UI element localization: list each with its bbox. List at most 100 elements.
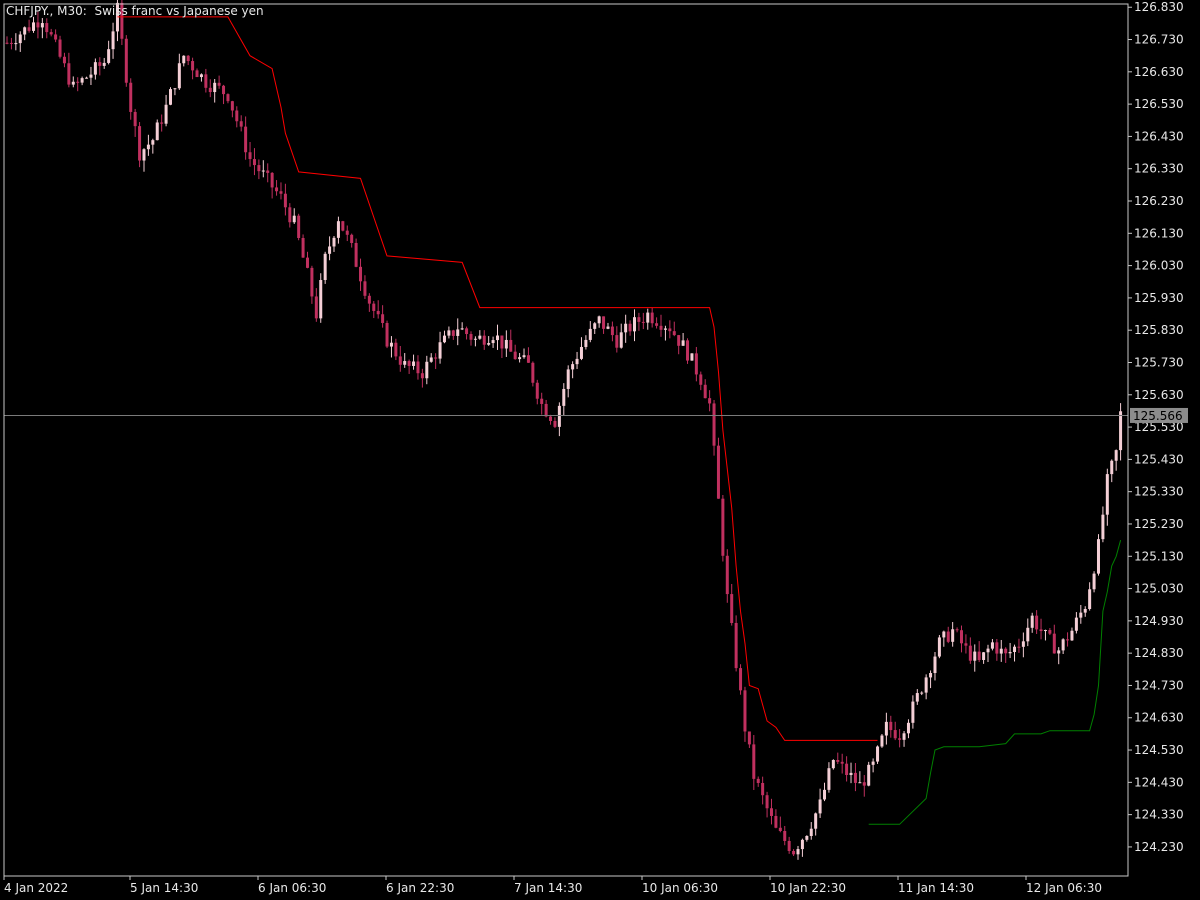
candle-body [341,221,345,231]
candle-body [809,828,813,837]
candle-body [111,31,115,50]
candle-body [407,361,411,366]
candle-body [739,668,743,691]
candle-body [9,42,13,44]
candle-body [889,721,893,731]
candle-body [818,799,822,814]
candle-body [646,312,650,323]
candle-body [787,840,791,851]
candle-body [1110,460,1114,475]
y-tick-label: 125.130 [1134,549,1184,563]
y-tick-label: 124.230 [1134,840,1184,854]
candle-body [535,382,539,399]
y-tick-label: 124.930 [1134,614,1184,628]
y-tick-label: 125.430 [1134,452,1184,466]
candle-body [1083,608,1087,613]
candle-body [1013,646,1017,652]
x-tick-label: 11 Jan 14:30 [898,881,974,895]
candle-body [420,373,424,379]
candle-body [761,782,765,796]
candle-body [54,34,58,40]
candle-body [23,27,27,35]
candle-body [266,170,270,173]
candle-body [169,89,173,105]
candle-body [968,645,972,661]
candle-body [124,38,128,83]
candle-body [292,215,296,223]
candle-body [482,335,486,345]
candle-body [1096,539,1100,574]
candle-body [367,295,371,304]
candle-body [1088,589,1092,609]
candle-body [721,498,725,556]
candle-body [336,221,340,238]
candle-body [933,656,937,674]
candle-body [805,836,809,840]
candle-body [602,316,606,329]
candle-body [98,62,102,66]
candle-body [381,314,385,323]
candle-body [774,815,778,828]
candle-body [898,738,902,740]
candle-body [1048,630,1052,634]
candle-body [1074,617,1078,631]
candle-body [372,303,376,311]
candle-body [394,342,398,357]
candle-body [836,760,840,762]
candle-body [235,110,239,122]
candle-body [129,82,133,112]
candle-body [1092,573,1096,590]
candle-body [248,152,252,160]
candle-body [460,328,464,330]
candle-body [769,808,773,816]
candle-body [398,356,402,365]
y-tick-label: 124.430 [1134,775,1184,789]
candle-body [593,323,597,329]
y-tick-label: 126.830 [1134,0,1184,14]
candle-body [142,149,146,161]
y-tick-label: 124.630 [1134,711,1184,725]
candle-body [628,323,632,332]
candle-body [624,323,628,333]
candle-body [853,772,857,783]
candle-body [261,170,265,172]
y-tick-label: 125.030 [1134,582,1184,596]
candle-body [473,338,477,340]
candle-body [893,730,897,739]
candle-body [716,445,720,499]
candle-body [540,398,544,404]
candle-body [1030,615,1034,628]
candle-body [1026,627,1030,642]
candle-body [177,63,181,89]
candle-body [222,85,226,95]
candle-body [107,49,111,63]
y-tick-label: 126.330 [1134,162,1184,176]
candle-body [403,361,407,365]
candle-body [747,731,751,745]
candle-body [487,343,491,345]
candle-body [730,594,734,623]
candle-body [164,104,168,124]
candle-body [279,191,283,194]
candle-body [902,733,906,740]
candle-body [244,126,248,153]
candle-body [425,361,429,379]
y-tick-label: 124.830 [1134,646,1184,660]
candle-body [752,744,756,779]
candle-body [849,772,853,775]
candle-body [385,322,389,347]
candle-body [699,374,703,385]
candle-body [871,761,875,765]
price-chart[interactable]: 126.830 126.730 126.630 126.530 126.430 126.3… [0,0,1200,900]
candle-body [1035,615,1039,630]
candle-body [354,242,358,267]
y-tick-label: 124.330 [1134,808,1184,822]
candle-body [518,357,522,360]
candle-body [363,281,367,296]
y-tick-label: 125.330 [1134,485,1184,499]
candle-body [93,62,97,75]
candle-body [951,629,955,642]
candle-body [597,316,601,324]
candle-body [5,42,9,44]
candle-body [668,328,672,332]
